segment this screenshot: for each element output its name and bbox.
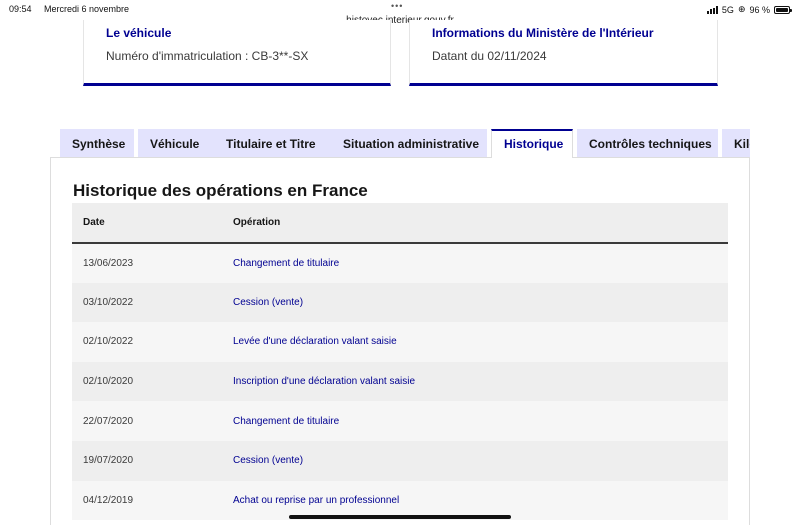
tab-historique[interactable]: Historique <box>491 129 573 158</box>
vehicle-card-title: Le véhicule <box>106 26 172 40</box>
multitask-dots-icon[interactable]: ••• <box>391 1 403 11</box>
table-row: 13/06/2023 Changement de titulaire <box>72 243 728 283</box>
battery-fill <box>776 7 788 12</box>
operation-link[interactable]: Cession (vente) <box>233 455 303 466</box>
row-date: 02/10/2020 <box>83 376 134 388</box>
tab-synthese[interactable]: Synthèse <box>60 129 134 158</box>
operation-link[interactable]: Achat ou reprise par un professionnel <box>233 495 399 506</box>
ministry-card: Informations du Ministère de l'Intérieur… <box>409 20 718 86</box>
row-date: 04/12/2019 <box>83 494 134 506</box>
operation-link[interactable]: Changement de titulaire <box>233 258 339 269</box>
network-label: 5G <box>721 4 734 15</box>
home-indicator[interactable] <box>289 515 511 519</box>
row-date: 13/06/2023 <box>83 257 134 269</box>
battery-icon <box>774 5 792 14</box>
battery-percent: 96 % <box>749 4 770 15</box>
tab-situation-administrative[interactable]: Situation administrative <box>331 129 487 158</box>
operation-link[interactable]: Cession (vente) <box>233 297 303 308</box>
table-row: 02/10/2022 Levée d'une déclaration valan… <box>72 322 728 362</box>
tab-bar: Synthèse Véhicule Titulaire et Titre Sit… <box>60 129 750 158</box>
row-date: 19/07/2020 <box>83 455 134 467</box>
table-row: 02/10/2020 Inscription d'une déclaration… <box>72 361 728 402</box>
ministry-card-title: Informations du Ministère de l'Intérieur <box>432 26 654 40</box>
column-header-date: Date <box>83 217 105 228</box>
table-row: 19/07/2020 Cession (vente) <box>72 440 728 481</box>
orientation-lock-icon: ⊕ <box>737 4 746 14</box>
table-row: 22/07/2020 Changement de titulaire <box>72 401 728 441</box>
operation-link[interactable]: Inscription d'une déclaration valant sai… <box>233 376 415 387</box>
row-date: 03/10/2022 <box>83 296 134 308</box>
operation-link[interactable]: Levée d'une déclaration valant saisie <box>233 336 397 347</box>
history-table: Date Opération 13/06/2023 Changement de … <box>72 203 728 521</box>
status-date: Mercredi 6 novembre <box>44 4 130 14</box>
row-date: 22/07/2020 <box>83 415 134 427</box>
registration-number: Numéro d'immatriculation : CB-3**-SX <box>106 49 309 63</box>
signal-icon <box>706 5 718 14</box>
tab-kilometrage[interactable]: Kilo <box>722 129 750 158</box>
ministry-date: Datant du 02/11/2024 <box>432 49 547 63</box>
table-row: 03/10/2022 Cession (vente) <box>72 282 728 323</box>
row-date: 02/10/2022 <box>83 336 134 348</box>
history-title: Historique des opérations en France <box>73 181 368 200</box>
operation-link[interactable]: Changement de titulaire <box>233 416 339 427</box>
tab-controles-techniques[interactable]: Contrôles techniques <box>577 129 718 158</box>
status-indicators: 5G ⊕ 96 % <box>706 4 792 15</box>
status-time: 09:54 <box>9 4 32 14</box>
table-header: Date Opération <box>72 203 728 243</box>
column-header-operation: Opération <box>233 217 281 228</box>
vehicle-card: Le véhicule Numéro d'immatriculation : C… <box>83 20 391 86</box>
